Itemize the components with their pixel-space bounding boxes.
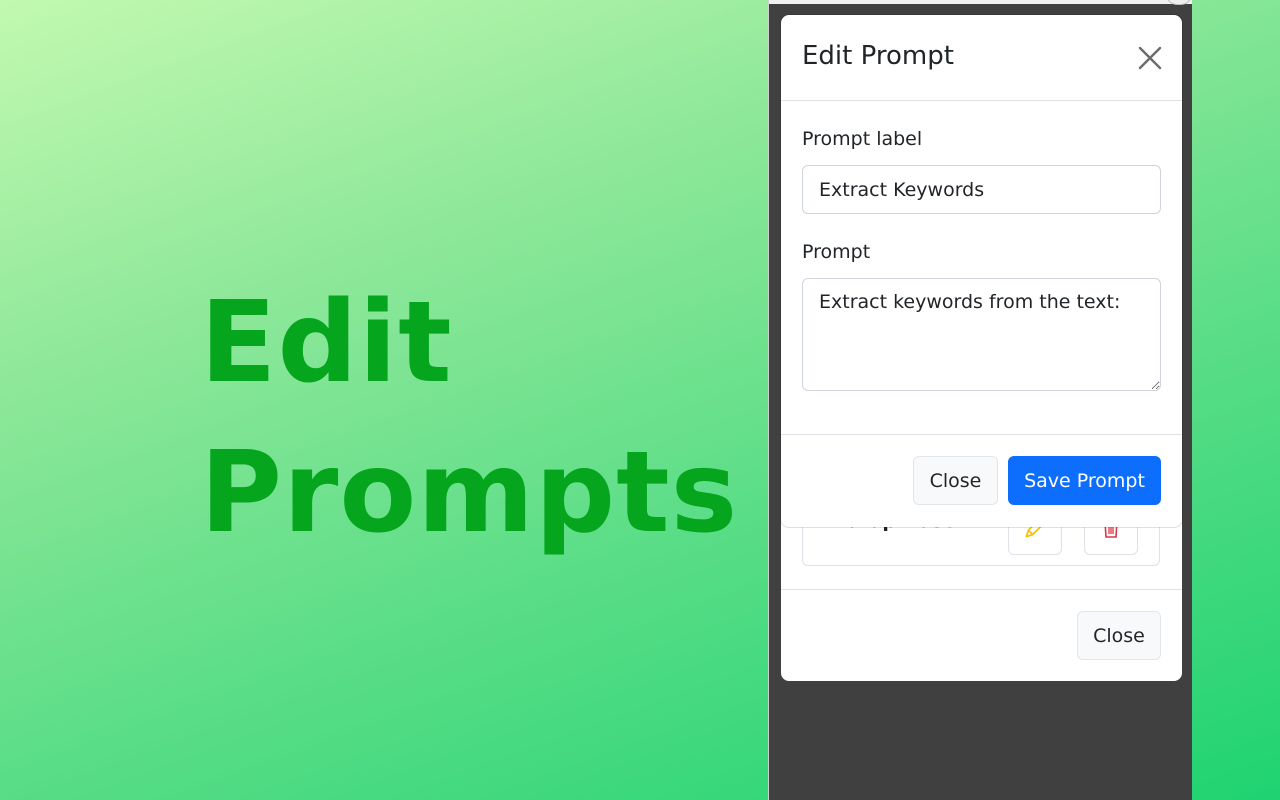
- edit-prompt-modal: Edit Prompt Prompt label Prompt Extract …: [781, 15, 1182, 527]
- modal-header-divider: [781, 100, 1182, 101]
- hero-headline: Edit Prompts: [200, 268, 738, 568]
- popup-top-edge: [769, 0, 1192, 4]
- close-button[interactable]: Close: [913, 456, 998, 505]
- prompt-label-input[interactable]: [802, 165, 1161, 214]
- modal-footer-divider: [781, 434, 1182, 435]
- prompt-field-label: Prompt: [802, 241, 871, 263]
- hero-headline-line-1: Edit: [200, 278, 453, 408]
- modal-close-button[interactable]: [1133, 41, 1167, 75]
- modal-title: Edit Prompt: [802, 41, 954, 71]
- list-modal-close-button[interactable]: Close: [1077, 611, 1161, 660]
- close-icon: [1138, 46, 1162, 70]
- hero-headline-line-2: Prompts: [200, 428, 739, 558]
- prompt-textarea[interactable]: Extract keywords from the text:: [802, 278, 1161, 391]
- prompt-label-field-label: Prompt label: [802, 128, 923, 150]
- list-modal-footer-divider: [781, 589, 1182, 590]
- save-prompt-button[interactable]: Save Prompt: [1008, 456, 1161, 505]
